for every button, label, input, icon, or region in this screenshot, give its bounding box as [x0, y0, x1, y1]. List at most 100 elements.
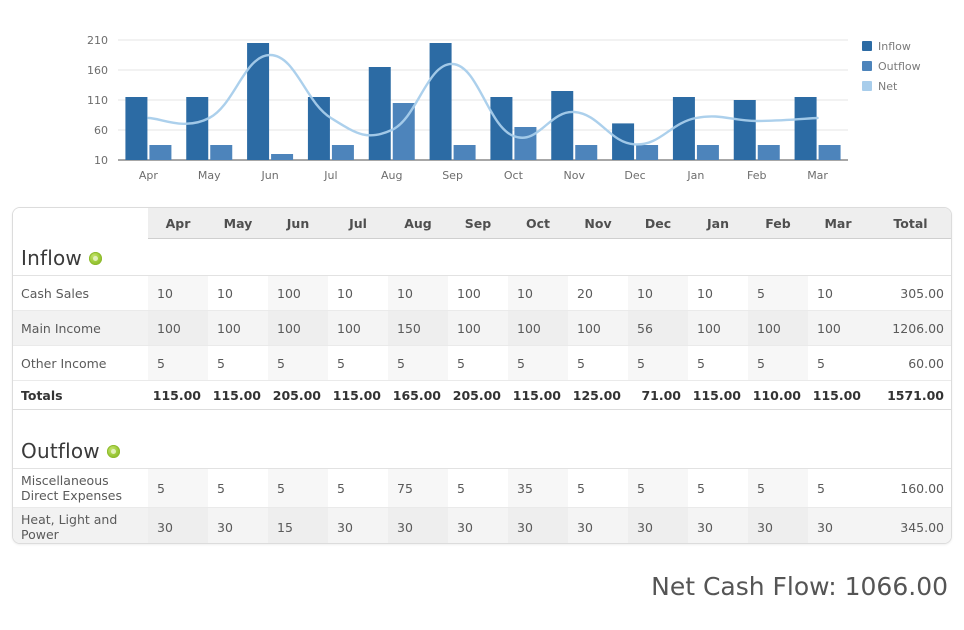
- bar-outflow: [210, 145, 233, 160]
- table-cell-value[interactable]: 10: [808, 275, 868, 311]
- column-header-month[interactable]: Sep: [448, 208, 508, 239]
- table-cell-value[interactable]: 5: [328, 468, 388, 508]
- table-cell-value[interactable]: 15: [268, 507, 328, 543]
- table-cell-value[interactable]: 5: [808, 345, 868, 381]
- table-cell-value[interactable]: 30: [808, 507, 868, 543]
- table-cell-value[interactable]: 75: [388, 468, 448, 508]
- table-cell-value[interactable]: 30: [148, 507, 208, 543]
- table-cell-value[interactable]: 5: [448, 345, 508, 381]
- table-cell-value[interactable]: 5: [148, 468, 208, 508]
- table-cell-value[interactable]: 100: [268, 275, 328, 311]
- table-cell-value[interactable]: 30: [508, 507, 568, 543]
- table-cell-value[interactable]: 35: [508, 468, 568, 508]
- totals-cell: 205.00: [268, 380, 328, 410]
- column-header-month[interactable]: May: [208, 208, 268, 239]
- net-cash-flow-label: Net Cash Flow: 1066.00: [651, 572, 948, 601]
- table-cell-value[interactable]: 5: [268, 468, 328, 508]
- table-cell-value[interactable]: 5: [208, 345, 268, 381]
- table-cell-value[interactable]: 100: [448, 310, 508, 346]
- table-cell-value[interactable]: 100: [808, 310, 868, 346]
- table-row[interactable]: Other Income 5 5 5 5 5 5 5 5 5 5 5 5 60.00: [13, 345, 951, 381]
- bar-outflow: [331, 145, 354, 160]
- table-cell-value[interactable]: 5: [748, 275, 808, 311]
- column-header-month[interactable]: Aug: [388, 208, 448, 239]
- table-cell-value[interactable]: 100: [328, 310, 388, 346]
- table-cell-value[interactable]: 10: [688, 275, 748, 311]
- x-axis-tick-label: Mar: [807, 169, 828, 182]
- table-cell-value[interactable]: 100: [268, 310, 328, 346]
- totals-cell: 110.00: [748, 380, 808, 410]
- table-cell-value[interactable]: 150: [388, 310, 448, 346]
- totals-cell: 115.00: [148, 380, 208, 410]
- column-header-month[interactable]: Feb: [748, 208, 808, 239]
- table-cell-value[interactable]: 5: [268, 345, 328, 381]
- table-cell-value[interactable]: 30: [448, 507, 508, 543]
- y-axis-tick-label: 10: [94, 154, 108, 167]
- table-cell-value[interactable]: 100: [208, 310, 268, 346]
- table-cell-value[interactable]: 10: [328, 275, 388, 311]
- section-totals-row: Totals 115.00 115.00 205.00 115.00 165.00 205.…: [13, 380, 951, 410]
- table-cell-value[interactable]: 5: [448, 468, 508, 508]
- table-cell-value[interactable]: 5: [508, 345, 568, 381]
- table-cell-row-total: 305.00: [868, 275, 951, 311]
- column-header-month[interactable]: Dec: [628, 208, 688, 239]
- column-header-month[interactable]: Jul: [328, 208, 388, 239]
- table-cell-value[interactable]: 5: [208, 468, 268, 508]
- column-header-month[interactable]: Mar: [808, 208, 868, 239]
- table-cell-value[interactable]: 5: [808, 468, 868, 508]
- bar-inflow: [429, 43, 452, 160]
- table-cell-value[interactable]: 5: [628, 345, 688, 381]
- add-circle-icon[interactable]: [88, 251, 102, 265]
- table-cell-value[interactable]: 56: [628, 310, 688, 346]
- table-cell-value[interactable]: 100: [748, 310, 808, 346]
- table-cell-value[interactable]: 5: [568, 468, 628, 508]
- table-cell-value[interactable]: 5: [328, 345, 388, 381]
- table-row[interactable]: Miscellaneous Direct Expenses 5 5 5 5 75 5 35 5 5…: [13, 468, 951, 508]
- table-row[interactable]: Main Income 100 100 100 100 150 100 100 100 56 100…: [13, 310, 951, 346]
- y-axis-tick-label: 210: [87, 34, 108, 47]
- table-cell-value[interactable]: 100: [448, 275, 508, 311]
- table-cell-value[interactable]: 30: [628, 507, 688, 543]
- table-cell-value[interactable]: 5: [388, 345, 448, 381]
- cash-flow-table-panel: Apr May Jun Jul Aug Sep Oct Nov Dec Jan Feb Mar Tota…: [12, 207, 952, 544]
- table-cell-value[interactable]: 10: [628, 275, 688, 311]
- x-axis-tick-label: Aug: [381, 169, 402, 182]
- table-cell-value[interactable]: 10: [508, 275, 568, 311]
- table-row[interactable]: Cash Sales 10 10 100 10 10 100 10 20 10 10 5 10 305.0…: [13, 275, 951, 311]
- table-cell-value[interactable]: 5: [748, 345, 808, 381]
- table-cell-value[interactable]: 30: [328, 507, 388, 543]
- table-cell-value[interactable]: 30: [388, 507, 448, 543]
- bar-outflow: [636, 145, 659, 160]
- table-cell-value[interactable]: 5: [568, 345, 628, 381]
- add-circle-icon[interactable]: [106, 444, 120, 458]
- table-cell-value[interactable]: 20: [568, 275, 628, 311]
- table-cell-value[interactable]: 5: [748, 468, 808, 508]
- column-header-month[interactable]: Nov: [568, 208, 628, 239]
- table-cell-value[interactable]: 10: [208, 275, 268, 311]
- table-cell-value[interactable]: 30: [568, 507, 628, 543]
- table-cell-value[interactable]: 100: [568, 310, 628, 346]
- column-header-month[interactable]: Apr: [148, 208, 208, 239]
- table-cell-value[interactable]: 5: [148, 345, 208, 381]
- table-cell-value[interactable]: 30: [748, 507, 808, 543]
- bar-inflow: [733, 100, 756, 160]
- table-cell-value[interactable]: 10: [148, 275, 208, 311]
- table-cell-value[interactable]: 5: [688, 468, 748, 508]
- table-row[interactable]: Heat, Light and Power 30 30 15 30 30 30 30 30 30 3…: [13, 507, 951, 543]
- table-cell-value[interactable]: 100: [508, 310, 568, 346]
- table-cell-value[interactable]: 30: [688, 507, 748, 543]
- legend-swatch: [862, 41, 872, 51]
- column-header-total[interactable]: Total: [868, 208, 951, 239]
- table-cell-value[interactable]: 100: [688, 310, 748, 346]
- table-cell-value[interactable]: 5: [688, 345, 748, 381]
- column-header-month[interactable]: Jun: [268, 208, 328, 239]
- table-cell-value[interactable]: 10: [388, 275, 448, 311]
- table-cell-value[interactable]: 30: [208, 507, 268, 543]
- table-cell-value[interactable]: 100: [148, 310, 208, 346]
- column-header-month[interactable]: Oct: [508, 208, 568, 239]
- table-cell-value[interactable]: 5: [628, 468, 688, 508]
- totals-cell: 115.00: [808, 380, 868, 410]
- chart-canvas: 10 60 110 160 210 Apr May Jun Jul Aug Sep Oct Nov Dec…: [87, 34, 921, 182]
- column-header-month[interactable]: Jan: [688, 208, 748, 239]
- legend-swatch: [862, 81, 872, 91]
